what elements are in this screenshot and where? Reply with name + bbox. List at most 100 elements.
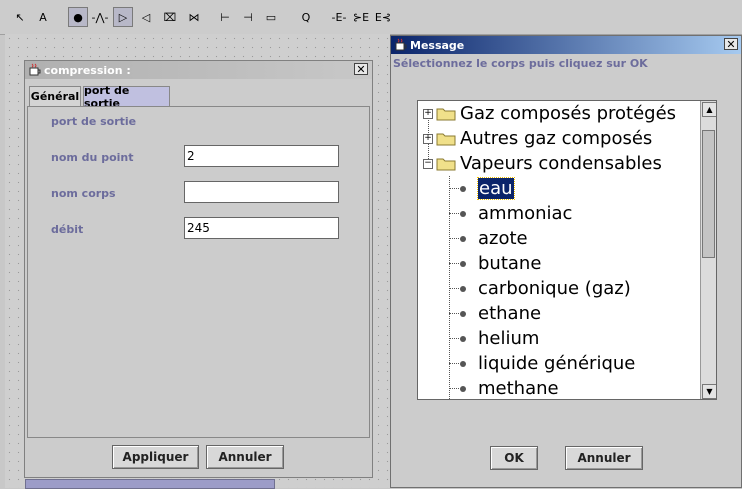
leaf-bullet-icon bbox=[460, 360, 466, 367]
q-tool-button[interactable]: Q bbox=[296, 7, 316, 27]
tree-guide-line bbox=[449, 288, 459, 289]
leaf-bullet-icon bbox=[460, 260, 466, 267]
tree-folder[interactable]: Vapeurs condensables bbox=[436, 151, 662, 176]
tree-leaf-item[interactable]: ammoniac bbox=[460, 201, 572, 226]
exchanger-tool-button[interactable]: ▭ bbox=[261, 7, 281, 27]
tree-leaf-label: helium bbox=[478, 328, 540, 349]
expand-icon[interactable]: + bbox=[423, 134, 433, 144]
pointer-tool-icon: ↖ bbox=[15, 10, 25, 24]
tab-general[interactable]: Général bbox=[29, 86, 81, 106]
compressor-tool-button[interactable]: ▷ bbox=[113, 7, 133, 27]
scroll-down-arrow-icon[interactable]: ▼ bbox=[702, 384, 716, 399]
folder-icon bbox=[436, 133, 456, 146]
text-tool-button[interactable]: A bbox=[33, 7, 53, 27]
cancel-button[interactable]: Annuler bbox=[206, 445, 284, 469]
e-tool-button[interactable]: -E- bbox=[329, 7, 349, 27]
substance-tree[interactable]: + Gaz composés protégés + Autres gaz compos… bbox=[417, 100, 717, 400]
tree-leaf-label: carbonique (gaz) bbox=[478, 278, 631, 299]
close-icon[interactable]: ✕ bbox=[724, 38, 738, 50]
resistor-tool-icon: -⋀- bbox=[91, 10, 109, 24]
ok-button[interactable]: OK bbox=[490, 446, 538, 470]
leaf-bullet-icon bbox=[460, 235, 466, 242]
tab-general-label: Général bbox=[30, 90, 80, 103]
tree-leaf-item[interactable]: helium bbox=[460, 326, 539, 351]
ein-tool-icon: ⊱E bbox=[352, 10, 370, 24]
tree-leaf-label: ethane bbox=[478, 303, 542, 324]
nom-du-point-label: nom du point bbox=[51, 151, 134, 164]
tab-port-de-sortie[interactable]: port de sortie bbox=[83, 84, 170, 110]
leaf-bullet-icon bbox=[460, 285, 466, 292]
pointer-tool-button[interactable]: ↖ bbox=[10, 7, 30, 27]
e-tool-icon: -E- bbox=[331, 10, 347, 24]
nom-du-point-field[interactable]: 2 bbox=[184, 145, 339, 167]
tree-guide-line bbox=[449, 263, 459, 264]
tree-folder-label: Autres gaz composés bbox=[460, 128, 653, 149]
tree-guide-line bbox=[449, 238, 459, 239]
text-tool-icon: A bbox=[39, 10, 47, 24]
scroll-thumb[interactable] bbox=[702, 130, 715, 258]
tree-leaf-item[interactable]: azote bbox=[460, 226, 528, 251]
tree-leaf-item[interactable]: ethane bbox=[460, 301, 541, 326]
exchanger-tool-icon: ▭ bbox=[265, 10, 277, 24]
mixer-tool-icon: ⊢ bbox=[220, 10, 230, 24]
leaf-bullet-icon bbox=[460, 385, 466, 392]
tree-leaf-item[interactable]: butane bbox=[460, 251, 541, 276]
tree-leaf-item[interactable]: methane bbox=[460, 376, 559, 399]
tree-content: + Gaz composés protégés + Autres gaz compos… bbox=[418, 101, 702, 399]
turbine-tool-icon: ◁ bbox=[141, 10, 151, 24]
valve-tool-icon: ⋈ bbox=[188, 10, 200, 24]
leaf-bullet-icon bbox=[460, 335, 466, 342]
message-cancel-button[interactable]: Annuler bbox=[565, 446, 643, 470]
collapse-icon[interactable]: − bbox=[423, 159, 433, 169]
close-icon[interactable]: ✕ bbox=[354, 63, 368, 75]
compressor-tool-icon: ▷ bbox=[118, 10, 128, 24]
combustion-tool-button[interactable]: ⌧ bbox=[160, 7, 180, 27]
tree-leaf-item[interactable]: liquide générique bbox=[460, 351, 635, 376]
turbine-tool-button[interactable]: ◁ bbox=[136, 7, 156, 27]
tree-vertical-scrollbar[interactable]: ▲ ▼ bbox=[700, 101, 716, 399]
tree-folder[interactable]: Gaz composés protégés bbox=[436, 101, 676, 126]
tree-guide-line bbox=[449, 363, 459, 364]
compression-dialog: compression : ✕ Général port de sortie p… bbox=[24, 60, 373, 478]
expand-icon[interactable]: + bbox=[423, 109, 433, 119]
scroll-up-arrow-icon[interactable]: ▲ bbox=[702, 102, 716, 117]
leaf-bullet-icon bbox=[460, 185, 466, 192]
tree-guide-line bbox=[449, 313, 459, 314]
splitter-tool-icon: ⊣ bbox=[243, 10, 253, 24]
debit-field[interactable]: 245 bbox=[184, 217, 339, 239]
mixer-tool-button[interactable]: ⊢ bbox=[215, 7, 235, 27]
valve-tool-button[interactable]: ⋈ bbox=[184, 7, 204, 27]
message-title: Message bbox=[410, 38, 465, 52]
folder-icon bbox=[436, 108, 456, 121]
nom-corps-field[interactable] bbox=[184, 181, 339, 203]
tree-leaf-label: methane bbox=[478, 378, 559, 399]
folder-icon bbox=[436, 158, 456, 171]
q-tool-icon: Q bbox=[301, 10, 311, 24]
resistor-tool-button[interactable]: -⋀- bbox=[90, 7, 110, 27]
tree-guide-line bbox=[449, 388, 459, 389]
eout-tool-button[interactable]: E⊰ bbox=[373, 7, 393, 27]
nom-corps-label: nom corps bbox=[51, 187, 116, 200]
tree-folder[interactable]: Autres gaz composés bbox=[436, 126, 652, 151]
tree-guide-line bbox=[449, 338, 459, 339]
splitter-tool-button[interactable]: ⊣ bbox=[238, 7, 258, 27]
java-cup-icon bbox=[395, 38, 407, 51]
tree-guide-line bbox=[449, 213, 459, 214]
section-title: port de sortie bbox=[51, 115, 137, 128]
compression-titlebar[interactable]: compression : bbox=[25, 61, 372, 79]
toolbar: ↖ A ● -⋀- ▷ ◁ ⌧ ⋈ ⊢ ⊣ ▭ Q -E- ⊱E E⊰ bbox=[0, 0, 742, 35]
tree-leaf-item[interactable]: carbonique (gaz) bbox=[460, 276, 631, 301]
ein-tool-button[interactable]: ⊱E bbox=[351, 7, 371, 27]
tree-leaf-label: butane bbox=[478, 253, 542, 274]
node-tool-button[interactable]: ● bbox=[68, 7, 88, 27]
tree-leaf-item[interactable]: eau bbox=[460, 176, 515, 201]
leaf-bullet-icon bbox=[460, 210, 466, 217]
tree-leaf-label: azote bbox=[478, 228, 528, 249]
tree-folder-label: Vapeurs condensables bbox=[460, 153, 662, 174]
combustion-tool-icon: ⌧ bbox=[163, 10, 177, 24]
message-titlebar[interactable]: Message bbox=[391, 36, 741, 54]
tree-guide-line bbox=[449, 188, 459, 189]
eout-tool-icon: E⊰ bbox=[374, 10, 392, 24]
instruction-text: Sélectionnez le corps puis cliquez sur O… bbox=[393, 57, 648, 70]
apply-button[interactable]: Appliquer bbox=[112, 445, 199, 469]
